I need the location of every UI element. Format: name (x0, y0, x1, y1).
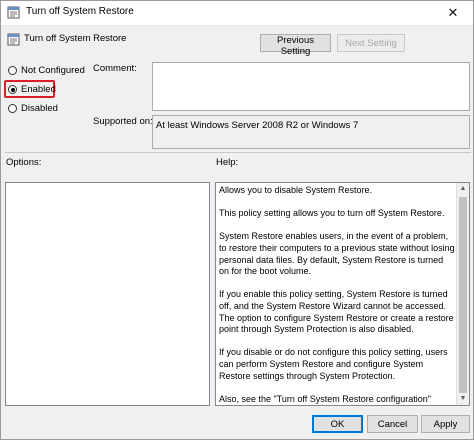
help-paragraph: System Restore enables users, in the eve… (219, 231, 455, 277)
policy-dialog: Turn off System Restore ✕ Turn off Syste… (0, 0, 474, 440)
options-panel (5, 182, 210, 406)
policy-icon (7, 33, 20, 46)
options-label: Options: (6, 157, 42, 168)
radio-label: Not Configured (21, 65, 85, 76)
radio-enabled[interactable]: Enabled (8, 84, 56, 95)
help-text: Allows you to disable System Restore. Th… (219, 185, 455, 405)
help-panel: Allows you to disable System Restore. Th… (215, 182, 470, 406)
comment-label: Comment: (93, 63, 137, 74)
radio-button[interactable] (8, 66, 17, 75)
title-bar[interactable]: Turn off System Restore ✕ (1, 1, 473, 26)
radio-button[interactable] (8, 85, 17, 94)
ok-button[interactable]: OK (312, 415, 363, 433)
radio-not-configured[interactable]: Not Configured (8, 65, 85, 76)
scroll-up-icon[interactable]: ▲ (457, 183, 469, 195)
supported-on-label: Supported on: (93, 116, 153, 127)
help-paragraph: If you disable or do not configure this … (219, 347, 448, 381)
supported-on-value: At least Windows Server 2008 R2 or Windo… (152, 115, 470, 149)
help-paragraph: Also, see the "Turn off System Restore c… (219, 393, 431, 404)
help-label: Help: (216, 157, 239, 168)
scroll-down-icon[interactable]: ▼ (457, 393, 469, 405)
comment-input[interactable] (152, 62, 470, 111)
help-paragraph: This policy setting allows you to turn o… (219, 208, 445, 219)
radio-label: Disabled (21, 103, 58, 114)
scroll-thumb[interactable] (459, 197, 467, 393)
policy-name: Turn off System Restore (24, 33, 127, 44)
policy-icon (7, 6, 20, 19)
apply-button[interactable]: Apply (421, 415, 470, 433)
help-paragraph: Allows you to disable System Restore. (219, 185, 373, 195)
previous-setting-button[interactable]: Previous Setting (260, 34, 331, 57)
radio-label: Enabled (21, 84, 56, 95)
window-title: Turn off System Restore (26, 6, 134, 17)
divider (5, 152, 471, 153)
next-setting-button[interactable]: Next Setting (337, 34, 405, 52)
help-paragraph: If you enable this policy setting, Syste… (219, 289, 454, 335)
cancel-button[interactable]: Cancel (367, 415, 418, 433)
help-scrollbar[interactable]: ▲ ▼ (456, 183, 469, 405)
radio-button[interactable] (8, 104, 17, 113)
radio-disabled[interactable]: Disabled (8, 103, 58, 114)
close-button[interactable]: ✕ (443, 3, 463, 23)
